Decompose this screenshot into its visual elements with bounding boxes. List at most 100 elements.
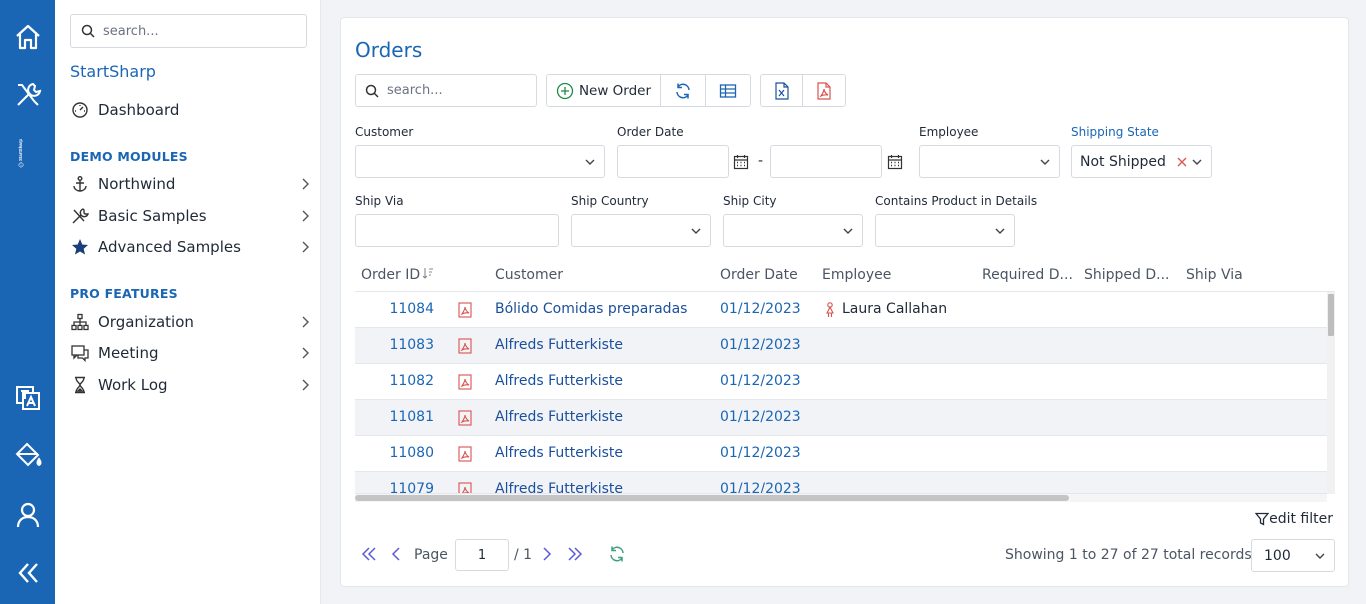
column-header-order-id[interactable]: Order ID (361, 267, 434, 283)
table-row[interactable]: 11084 Bólido Comidas preparadas 01/12/20… (355, 292, 1327, 328)
refresh-button[interactable] (661, 75, 706, 106)
pdf-icon[interactable] (458, 482, 472, 494)
first-page-icon[interactable] (361, 545, 377, 563)
order-id-cell[interactable]: 11081 (355, 409, 434, 425)
toolbar-group-main: New Order (546, 74, 751, 107)
scrollbar-thumb[interactable] (355, 495, 1069, 501)
order-id-cell[interactable]: 11080 (355, 445, 434, 461)
ship-via-filter-label: Ship Via (355, 194, 404, 208)
user-icon[interactable] (11, 498, 44, 531)
column-header-required-date[interactable]: Required D... (982, 267, 1073, 283)
table-row[interactable]: 11083 Alfreds Futterkiste 01/12/2023 (355, 328, 1327, 364)
page-number-input[interactable] (455, 539, 509, 571)
reload-icon[interactable] (608, 545, 626, 563)
edit-filter-link[interactable]: edit filter (1255, 511, 1333, 527)
orders-grid: Order ID Customer Order Date Employee Re… (355, 258, 1335, 502)
horizontal-scrollbar[interactable] (355, 494, 1327, 502)
customer-cell[interactable]: Alfreds Futterkiste (495, 409, 623, 425)
sidebar-item-label: Meeting (98, 344, 159, 362)
employee-filter-label: Employee (919, 125, 979, 139)
shipping-state-filter[interactable]: Not Shipped (1071, 145, 1212, 178)
order-date-cell: 01/12/2023 (720, 481, 801, 494)
pdf-icon[interactable] (458, 410, 472, 426)
calendar-icon[interactable] (733, 154, 749, 170)
sidebar-item-organization[interactable]: Organization (70, 309, 310, 335)
sidebar-item-work-log[interactable]: Work Log (70, 372, 310, 398)
table-row[interactable]: 11079 Alfreds Futterkiste 01/12/2023 (355, 472, 1327, 494)
search-icon (81, 24, 95, 38)
ship-country-filter[interactable] (571, 214, 711, 247)
previous-page-icon[interactable] (391, 545, 401, 563)
customer-cell[interactable]: Alfreds Futterkiste (495, 337, 623, 353)
sidebar-item-advanced-samples[interactable]: Advanced Samples (70, 234, 310, 260)
pdf-export-button[interactable] (803, 75, 845, 106)
order-id-cell[interactable]: 11079 (355, 481, 434, 493)
order-date-start-input[interactable] (617, 145, 729, 178)
sidebar-item-meeting[interactable]: Meeting (70, 340, 310, 366)
section-demo-modules: DEMO MODULES (70, 149, 188, 164)
chevron-down-icon (1315, 553, 1325, 559)
employee-cell[interactable]: Laura Callahan (842, 301, 947, 317)
chat-icon (70, 343, 90, 363)
column-header-order-date[interactable]: Order Date (720, 267, 798, 283)
female-user-icon (826, 302, 834, 317)
pdf-icon[interactable] (458, 446, 472, 462)
order-date-end-input[interactable] (770, 145, 882, 178)
sidebar-item-northwind[interactable]: Northwind (70, 171, 310, 197)
pdf-icon[interactable] (458, 374, 472, 390)
pdf-icon[interactable] (458, 302, 472, 318)
pdf-icon[interactable] (458, 338, 472, 354)
scrollbar-thumb[interactable] (1328, 294, 1334, 336)
vertical-scrollbar[interactable] (1327, 292, 1335, 494)
sidebar-item-dashboard[interactable]: Dashboard (70, 97, 310, 123)
sidebar-search[interactable] (70, 14, 307, 48)
sidebar-item-basic-samples[interactable]: Basic Samples (70, 203, 310, 229)
table-row[interactable]: 11081 Alfreds Futterkiste 01/12/2023 (355, 400, 1327, 436)
home-icon[interactable] (11, 20, 44, 53)
sidebar-item-label: Northwind (98, 175, 176, 193)
order-id-cell[interactable]: 11082 (355, 373, 434, 389)
collapse-icon[interactable] (11, 556, 44, 589)
table-row[interactable]: 11082 Alfreds Futterkiste 01/12/2023 (355, 364, 1327, 400)
org-chart-icon (70, 312, 90, 332)
chevron-right-icon (302, 241, 309, 253)
contains-product-filter[interactable] (875, 214, 1015, 247)
app-title[interactable]: StartSharp (70, 62, 156, 81)
grid-search[interactable] (355, 74, 537, 107)
customer-filter[interactable] (355, 145, 605, 178)
table-icon (719, 83, 737, 98)
next-page-icon[interactable] (542, 545, 552, 563)
column-picker-button[interactable] (706, 75, 750, 106)
clear-icon[interactable] (1177, 157, 1187, 167)
sidebar: StartSharp Dashboard DEMO MODULES Northw… (55, 0, 321, 604)
customer-cell[interactable]: Bólido Comidas preparadas (495, 301, 687, 317)
refresh-icon (676, 83, 690, 98)
customer-cell[interactable]: Alfreds Futterkiste (495, 445, 623, 461)
column-header-shipped-date[interactable]: Shipped D... (1084, 267, 1170, 283)
order-id-cell[interactable]: 11084 (355, 301, 434, 317)
last-page-icon[interactable] (567, 545, 583, 563)
tools-icon[interactable] (11, 78, 44, 111)
excel-export-button[interactable] (761, 75, 803, 106)
calendar-icon[interactable] (887, 154, 903, 170)
customer-cell[interactable]: Alfreds Futterkiste (495, 373, 623, 389)
sidebar-search-input[interactable] (103, 23, 293, 39)
employee-filter[interactable] (919, 145, 1060, 178)
column-header-ship-via[interactable]: Ship Via (1186, 267, 1243, 283)
new-order-button[interactable]: New Order (547, 75, 661, 106)
column-header-customer[interactable]: Customer (495, 267, 563, 283)
ship-city-filter[interactable] (723, 214, 863, 247)
language-icon[interactable] (11, 380, 44, 413)
plus-circle-icon (556, 82, 574, 99)
ship-country-filter-label: Ship Country (571, 194, 649, 208)
page-size-select[interactable]: 100 (1251, 539, 1335, 572)
paint-bucket-icon[interactable] (11, 438, 44, 471)
section-pro-features: PRO FEATURES (70, 286, 178, 301)
anchor-icon (70, 174, 90, 194)
table-row[interactable]: 11080 Alfreds Futterkiste 01/12/2023 (355, 436, 1327, 472)
order-id-cell[interactable]: 11083 (355, 337, 434, 353)
column-header-employee[interactable]: Employee (822, 267, 891, 283)
customer-cell[interactable]: Alfreds Futterkiste (495, 481, 623, 493)
ship-via-filter[interactable] (355, 214, 559, 247)
grid-search-input[interactable] (387, 83, 527, 98)
